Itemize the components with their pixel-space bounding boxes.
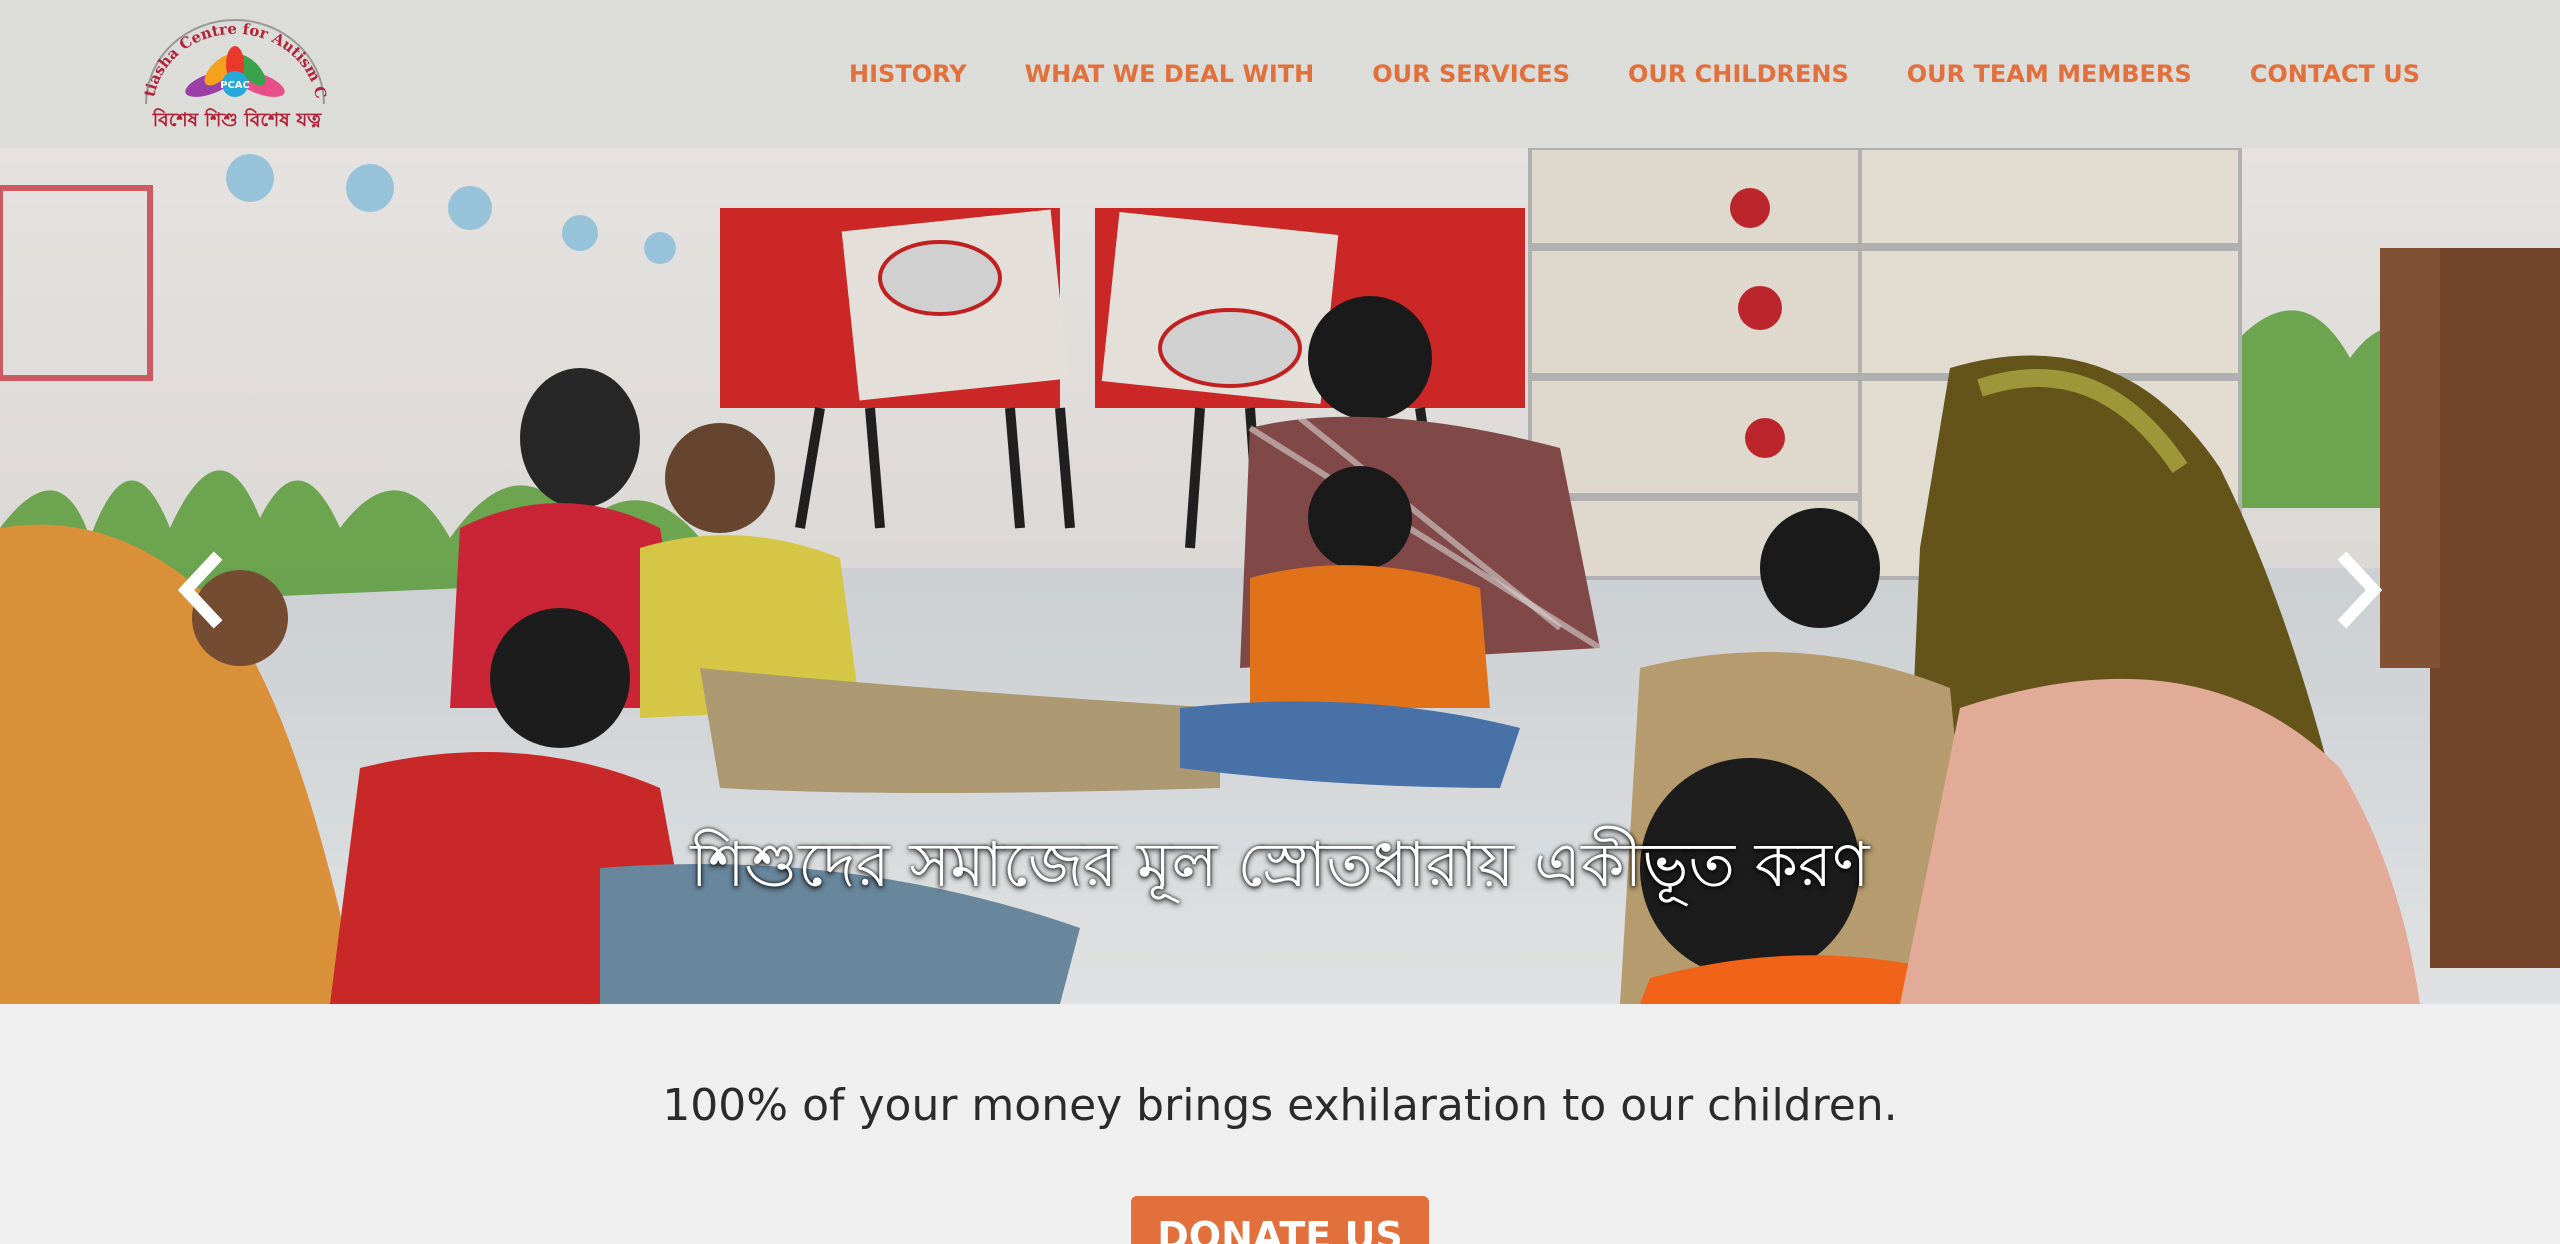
- nav-history[interactable]: HISTORY: [849, 60, 967, 88]
- carousel-prev-button[interactable]: [170, 550, 230, 630]
- nav-what-we-deal-with[interactable]: WHAT WE DEAL WITH: [1025, 60, 1315, 88]
- hero-carousel: শিশুদের সমাজের মূল স্রোতধারায় একীভূত কর…: [0, 148, 2560, 1004]
- nav-our-childrens[interactable]: OUR CHILDRENS: [1628, 60, 1849, 88]
- logo-badge: PCAC: [220, 80, 250, 91]
- logo-tagline: বিশেষ শিশু বিশেষ যত্ন: [152, 109, 322, 131]
- donation-tagline: 100% of your money brings exhilaration t…: [662, 1080, 1898, 1131]
- donate-button[interactable]: DONATE US: [1131, 1196, 1429, 1244]
- site-header: Protiasha Centre for Autism Care PCAC বি…: [0, 0, 2560, 148]
- chevron-left-icon: [177, 551, 223, 629]
- nav-our-services[interactable]: OUR SERVICES: [1372, 60, 1570, 88]
- hero-caption: শিশুদের সমাজের মূল স্রোতধারায় একীভূত কর…: [690, 828, 1870, 901]
- logo-emblem: Protiasha Centre for Autism Care PCAC: [134, 0, 330, 105]
- chevron-right-icon: [2337, 551, 2383, 629]
- site-logo[interactable]: Protiasha Centre for Autism Care PCAC বি…: [134, 0, 330, 134]
- nav-contact-us[interactable]: CONTACT US: [2250, 60, 2420, 88]
- main-nav: HISTORY WHAT WE DEAL WITH OUR SERVICES O…: [791, 0, 2420, 148]
- nav-our-team-members[interactable]: OUR TEAM MEMBERS: [1907, 60, 2192, 88]
- carousel-next-button[interactable]: [2330, 550, 2390, 630]
